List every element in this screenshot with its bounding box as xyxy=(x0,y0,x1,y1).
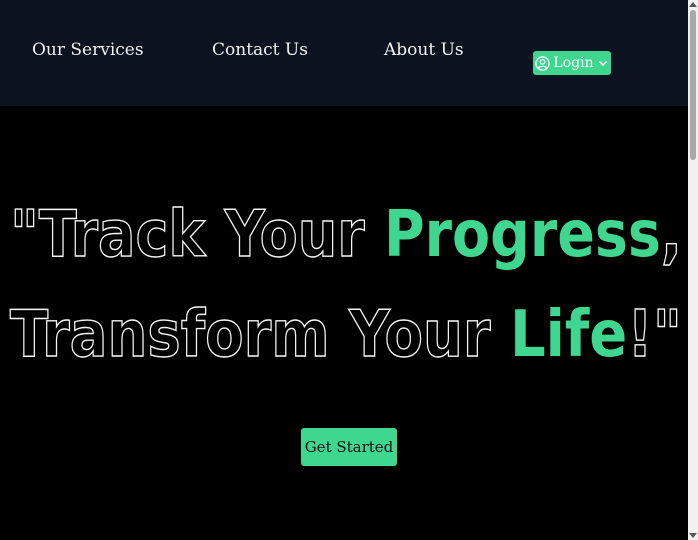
page-scrollbar[interactable] xyxy=(688,0,698,540)
login-label: Login xyxy=(553,55,594,71)
get-started-button[interactable]: Get Started xyxy=(301,428,397,466)
user-circle-icon xyxy=(535,55,551,71)
headline-line-1: "Track Your Progress, xyxy=(10,198,682,272)
login-button[interactable]: Login xyxy=(533,51,611,75)
scroll-up-arrow-icon[interactable] xyxy=(689,2,697,7)
top-navbar: Our Services Contact Us About Us Login xyxy=(0,0,688,106)
scrollbar-thumb[interactable] xyxy=(690,10,696,160)
nav-link-our-services[interactable]: Our Services xyxy=(32,40,144,60)
chevron-down-icon xyxy=(597,57,609,69)
hero-section: "Track Your Progress, Transform Your Lif… xyxy=(0,106,688,540)
nav-link-contact-us[interactable]: Contact Us xyxy=(212,40,308,60)
scroll-down-arrow-icon[interactable] xyxy=(689,533,697,538)
headline-line-2: Transform Your Life!" xyxy=(10,298,682,372)
nav-link-about-us[interactable]: About Us xyxy=(384,40,464,60)
page: Our Services Contact Us About Us Login "… xyxy=(0,0,698,540)
hero-headline: "Track Your Progress, Transform Your Lif… xyxy=(9,197,682,372)
